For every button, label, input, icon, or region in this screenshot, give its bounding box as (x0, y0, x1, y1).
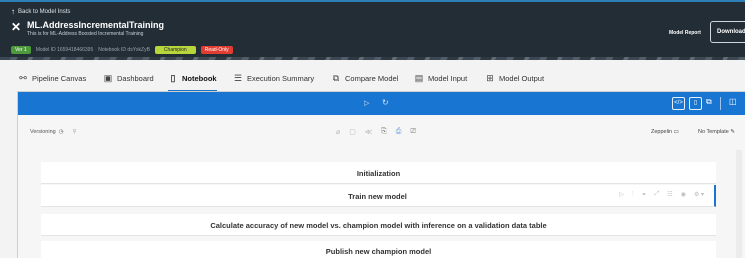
share-icon[interactable]: ≪ (365, 128, 372, 136)
version-badge[interactable]: Ver 1 (11, 45, 31, 54)
run-paragraph-icon[interactable]: ▷ (619, 191, 624, 198)
tab-label: Model Output (499, 74, 545, 83)
model-description: This is for ML-Address Boosted Increment… (27, 31, 144, 37)
tab-label: Pipeline Canvas (32, 74, 87, 83)
tab-label: Execution Summary (247, 74, 315, 83)
template-selector[interactable]: No Template ✎ (698, 129, 735, 135)
compare-icon: ⧉ (332, 73, 340, 83)
paragraph-title: Calculate accuracy of new model vs. cham… (210, 221, 547, 230)
tab-execution-summary[interactable]: ☰ Execution Summary (233, 71, 314, 86)
paragraph-title: Train new model (348, 192, 407, 201)
tab-model-input[interactable]: ▤ Model Input (414, 71, 467, 86)
eye-icon[interactable]: ◉ (681, 191, 686, 198)
tab-label: Notebook (182, 74, 217, 83)
dashboard-icon: ▣ (103, 73, 113, 83)
toolbar-divider (720, 97, 721, 110)
notebook-subbar: Versioning ◷ ⚲ ⌀ ▢ ≪ ⎘ ⎙ ⎚ Zeppelin ▭ No… (18, 115, 745, 150)
model-title: ML.AddressIncrementalTraining (27, 20, 165, 30)
edit-icon: ✎ (730, 129, 735, 135)
pipeline-icon: ⚯ (19, 73, 27, 83)
tab-model-output[interactable]: ⊞ Model Output (485, 71, 544, 86)
champion-badge: Champion (154, 45, 196, 54)
toggle-code-icon[interactable]: ▢ (349, 128, 356, 136)
input-icon: ▤ (414, 73, 424, 83)
run-all-icon[interactable]: ▷ (364, 99, 369, 107)
clone-icon[interactable]: ⎘ (381, 128, 387, 136)
template-label: No Template (698, 129, 729, 135)
tab-label: Dashboard (117, 74, 154, 83)
arrow-up-icon: ↑ (11, 7, 15, 16)
expand-icon[interactable]: ⤢ (654, 191, 659, 198)
tab-compare-model[interactable]: ⧉ Compare Model (331, 71, 399, 86)
back-to-models-link[interactable]: ↑ Back to Model Insts (11, 7, 71, 16)
output-view-icon[interactable]: ▯ (689, 97, 702, 110)
panel-toggle-icon[interactable]: ◫ (729, 97, 737, 106)
tab-label: Model Input (428, 74, 468, 83)
notebook-icon: ▯ (170, 73, 176, 83)
model-shuffle-icon: ✕ (11, 20, 22, 34)
model-meta-row: Ver 1 Model ID 1659418466395 Notebook ID… (11, 45, 233, 54)
paragraph-title: Initialization (356, 169, 401, 178)
model-tabs: ⚯ Pipeline Canvas ▣ Dashboard ▯ Notebook… (0, 62, 745, 92)
print-icon[interactable]: ⎚ (410, 128, 416, 136)
list-icon[interactable]: ☷ (667, 191, 672, 198)
gear-icon[interactable]: ⚙ ▾ (694, 191, 704, 198)
download-button[interactable]: Download (710, 21, 745, 43)
tab-label: Compare Model (345, 74, 399, 83)
tab-notebook[interactable]: ▯ Notebook (168, 71, 217, 92)
header-accent-bar (0, 0, 745, 2)
list-icon: ☰ (233, 73, 243, 83)
output-icon: ⊞ (486, 73, 494, 83)
history-icon: ◷ (58, 129, 64, 135)
paragraph-train-new-model[interactable]: Train new model ▷ ⫶ ⚭ ⤢ ☷ ◉ ⚙ ▾ (41, 185, 716, 207)
model-id: Model ID 1659418466395 (35, 46, 94, 53)
model-report-link[interactable]: Model Report (669, 30, 701, 36)
paragraph-initialization[interactable]: Initialization (41, 162, 716, 184)
tab-dashboard[interactable]: ▣ Dashboard (103, 71, 154, 86)
paragraph-title: Publish new champion model (325, 247, 432, 256)
code-view-icon[interactable]: </> (672, 97, 685, 110)
refresh-icon[interactable]: ↻ (382, 98, 389, 107)
interpreter-selector[interactable]: Zeppelin ▭ (651, 129, 679, 135)
notebook-id: Notebook ID dsYskZyB (98, 46, 150, 53)
search-icon[interactable]: ⚲ (73, 129, 77, 135)
layout-view-icon[interactable]: ⧉ (706, 97, 712, 107)
export-icon[interactable]: ⎙ (396, 128, 402, 136)
chart-icon[interactable]: ⫶ (632, 191, 634, 198)
notebook-toolbar: ▷ ↻ </> ▯ ⧉ ◫ (18, 92, 745, 115)
paragraph-tools: ▷ ⫶ ⚭ ⤢ ☷ ◉ ⚙ ▾ (619, 191, 704, 198)
readonly-badge: Read-Only (200, 45, 233, 54)
book-icon: ▭ (673, 129, 679, 135)
versioning-label: Versioning (30, 129, 56, 135)
model-header: ↑ Back to Model Insts ✕ ML.AddressIncrem… (0, 0, 745, 60)
notebook-panel: ▷ ↻ </> ▯ ⧉ ◫ Versioning ◷ ⚲ ⌀ ▢ ≪ ⎘ ⎙ ⎚… (17, 91, 745, 258)
paragraph-calculate-accuracy[interactable]: Calculate accuracy of new model vs. cham… (41, 214, 716, 236)
interpreter-label: Zeppelin (651, 129, 673, 135)
versioning-control[interactable]: Versioning ◷ ⚲ (30, 129, 77, 135)
notebook-action-icons: ⌀ ▢ ≪ ⎘ ⎙ ⎚ (336, 128, 416, 136)
back-link-label: Back to Model Insts (18, 9, 71, 15)
clear-output-icon[interactable]: ⌀ (336, 128, 340, 136)
tab-pipeline-canvas[interactable]: ⚯ Pipeline Canvas (18, 71, 86, 86)
link-icon[interactable]: ⚭ (641, 191, 646, 198)
paragraph-publish-champion[interactable]: Publish new champion model (41, 241, 716, 258)
notebook-scrollbar[interactable] (736, 150, 742, 258)
header-decorative-stripe (0, 57, 745, 60)
